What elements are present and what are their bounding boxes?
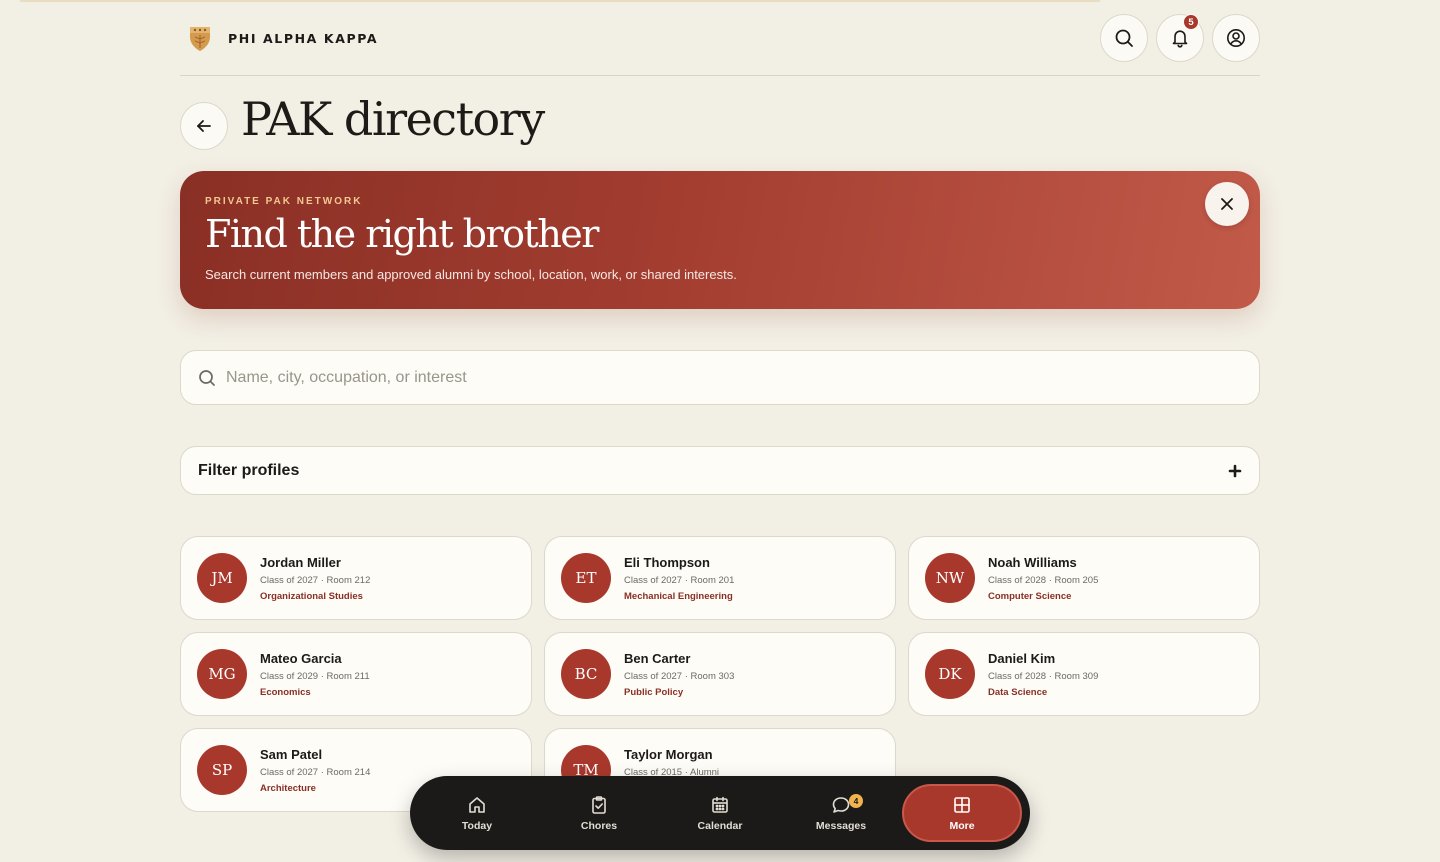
search-icon xyxy=(1115,29,1133,47)
filter-profiles-toggle[interactable]: Filter profiles xyxy=(180,446,1260,495)
member-card[interactable]: MG Mateo Garcia Class of 2029 · Room 211… xyxy=(180,632,532,716)
member-card[interactable]: BC Ben Carter Class of 2027 · Room 303 P… xyxy=(544,632,896,716)
brand[interactable]: PHI ALPHA KAPPA xyxy=(188,24,378,52)
hero-subtitle: Search current members and approved alum… xyxy=(205,267,737,282)
nav-label: Today xyxy=(461,819,493,832)
member-meta: Class of 2027 · Room 201 xyxy=(624,575,735,586)
bottom-nav: Today Chores Calendar 4 Messages More xyxy=(410,776,1030,850)
grid-icon xyxy=(954,796,970,813)
nav-item-calendar[interactable]: Calendar xyxy=(662,784,778,842)
nav-label: Calendar xyxy=(697,819,743,832)
member-meta: Class of 2028 · Room 309 xyxy=(988,671,1099,682)
avatar: DK xyxy=(925,649,975,699)
member-name: Ben Carter xyxy=(624,651,691,666)
member-meta: Class of 2027 · Room 214 xyxy=(260,767,371,778)
avatar: SP xyxy=(197,745,247,795)
avatar: JM xyxy=(197,553,247,603)
nav-label: More xyxy=(949,819,975,832)
member-card[interactable]: ET Eli Thompson Class of 2027 · Room 201… xyxy=(544,536,896,620)
calendar-icon xyxy=(712,796,728,813)
nav-item-messages[interactable]: 4 Messages xyxy=(783,784,899,842)
back-button[interactable] xyxy=(180,102,228,150)
member-major: Architecture xyxy=(260,783,316,794)
messages-count-badge: 4 xyxy=(849,794,863,808)
member-major: Organizational Studies xyxy=(260,591,363,602)
member-name: Eli Thompson xyxy=(624,555,710,570)
app-header: PHI ALPHA KAPPA 5 xyxy=(180,0,1260,76)
notifications-button[interactable]: 5 xyxy=(1156,14,1204,62)
hero-title: Find the right brother xyxy=(205,212,599,256)
filter-label: Filter profiles xyxy=(198,462,300,479)
search-input[interactable] xyxy=(226,368,1126,387)
member-meta: Class of 2028 · Room 205 xyxy=(988,575,1099,586)
hero-eyebrow: PRIVATE PAK NETWORK xyxy=(205,196,363,207)
brand-name: PHI ALPHA KAPPA xyxy=(228,30,379,46)
search-bar[interactable] xyxy=(180,350,1260,405)
member-major: Computer Science xyxy=(988,591,1072,602)
notification-count-badge: 5 xyxy=(1183,14,1199,30)
member-card[interactable]: NW Noah Williams Class of 2028 · Room 20… xyxy=(908,536,1260,620)
user-icon xyxy=(1227,29,1245,47)
nav-label: Messages xyxy=(815,819,867,832)
member-name: Noah Williams xyxy=(988,555,1077,570)
clipboard-icon xyxy=(592,795,606,814)
avatar: NW xyxy=(925,553,975,603)
member-name: Sam Patel xyxy=(260,747,323,762)
member-meta: Class of 2029 · Room 211 xyxy=(260,671,370,682)
bell-icon xyxy=(1172,30,1188,48)
nav-item-today[interactable]: Today xyxy=(419,784,535,842)
member-name: Mateo Garcia xyxy=(260,651,342,666)
member-meta: Class of 2027 · Room 303 xyxy=(624,671,735,682)
member-major: Data Science xyxy=(988,687,1048,698)
member-name: Taylor Morgan xyxy=(624,747,713,762)
member-name: Jordan Miller xyxy=(260,555,341,570)
page-title: PAK directory xyxy=(241,92,545,146)
nav-label: Chores xyxy=(580,819,618,832)
member-major: Economics xyxy=(260,687,311,698)
hero-banner: PRIVATE PAK NETWORK Find the right broth… xyxy=(180,171,1260,309)
avatar: BC xyxy=(561,649,611,699)
member-major: Public Policy xyxy=(624,687,684,698)
search-button[interactable] xyxy=(1100,14,1148,62)
dismiss-banner-button[interactable] xyxy=(1205,182,1249,226)
arrow-left-icon xyxy=(197,120,211,132)
home-icon xyxy=(469,796,485,813)
plus-icon xyxy=(1228,464,1242,478)
profile-button[interactable] xyxy=(1212,14,1260,62)
member-major: Mechanical Engineering xyxy=(624,591,733,602)
shield-logo-icon xyxy=(190,27,210,51)
search-icon xyxy=(199,369,215,386)
close-icon xyxy=(1221,198,1233,210)
member-card[interactable]: DK Daniel Kim Class of 2028 · Room 309 D… xyxy=(908,632,1260,716)
avatar: MG xyxy=(197,649,247,699)
member-card[interactable]: JM Jordan Miller Class of 2027 · Room 21… xyxy=(180,536,532,620)
nav-item-more[interactable]: More xyxy=(902,784,1022,842)
chat-icon xyxy=(832,796,850,813)
nav-item-chores[interactable]: Chores xyxy=(541,784,657,842)
member-name: Daniel Kim xyxy=(988,651,1056,666)
member-meta: Class of 2027 · Room 212 xyxy=(260,575,371,586)
avatar: ET xyxy=(561,553,611,603)
